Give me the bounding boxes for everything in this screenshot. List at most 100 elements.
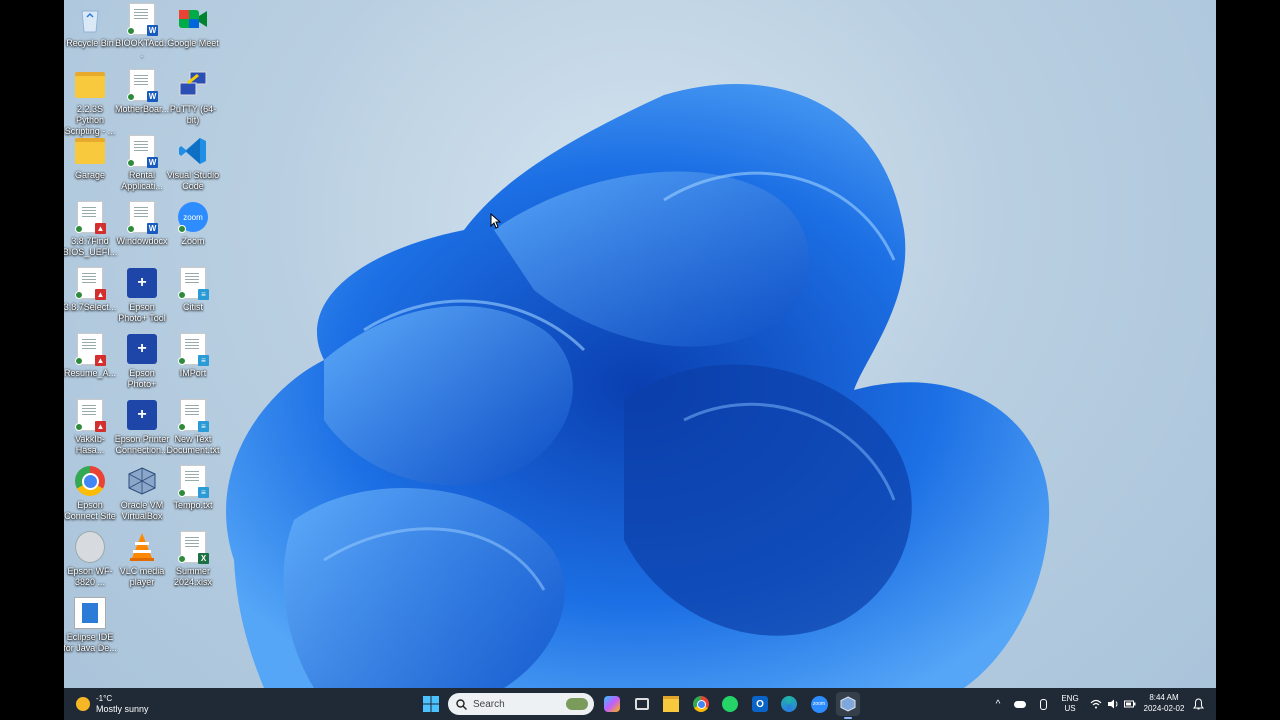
copilot-icon: [604, 696, 620, 712]
tray-onedrive[interactable]: [1011, 692, 1029, 716]
desktop-icon-label: New Text Document.txt: [166, 434, 220, 455]
desktop-icon[interactable]: Google Meet: [165, 3, 221, 49]
taskbar-edge[interactable]: [777, 692, 801, 716]
vscode-icon: [177, 135, 209, 167]
desktop-icon-label: Windowdocx: [116, 236, 168, 246]
notifications-button[interactable]: [1190, 692, 1206, 716]
taskbar-copilot[interactable]: [600, 692, 624, 716]
desktop-icon[interactable]: W Rental Applicati...: [114, 135, 170, 192]
epson-icon: +: [126, 333, 158, 365]
chrome-icon: [693, 696, 709, 712]
desktop-icon-label: Tempo.txt: [173, 500, 213, 510]
search-placeholder: Search: [473, 698, 505, 710]
desktop-icon-label: 3.8.7Select...: [64, 302, 117, 312]
desktop-icon[interactable]: zoom Zoom: [165, 201, 221, 247]
desktop-icon-label: Visual Studio Code: [166, 170, 220, 191]
desktop-icon[interactable]: Garage: [64, 135, 118, 181]
search-highlight-icon: [566, 698, 588, 710]
desktop-icon-label: VakkIb-Hasa...: [75, 434, 105, 455]
start-button[interactable]: [419, 692, 443, 716]
tray-microphone[interactable]: [1034, 692, 1052, 716]
putty-icon: [177, 69, 209, 101]
desktop-icon[interactable]: ≡ IMPort: [165, 333, 221, 379]
taskbar-file-explorer[interactable]: [659, 692, 683, 716]
cloud-icon: [1014, 700, 1026, 708]
wallpaper-bloom: [226, 84, 1050, 688]
desktop-icon[interactable]: Eclipse IDE for Java De...: [64, 597, 118, 654]
desktop-icon-label: 2.2.3S Python Scripting - ...: [64, 104, 116, 136]
desktop-icon[interactable]: Epson Connect Site: [64, 465, 118, 522]
desktop-icon-label: Citist: [183, 302, 203, 312]
clock-date: 2024-02-02: [1143, 704, 1185, 713]
taskbar-task-view[interactable]: [630, 692, 654, 716]
desktop-icon-label: Garage: [74, 170, 106, 180]
windows-logo-icon: [423, 696, 439, 712]
epson-icon: +: [126, 267, 158, 299]
desktop-icon[interactable]: Recycle Bin: [64, 3, 118, 49]
virtualbox-icon: [840, 696, 856, 712]
tray-quick-settings[interactable]: [1090, 694, 1138, 714]
desktop-icon[interactable]: X Summer 2024.xlsx: [165, 531, 221, 588]
taskbar-search[interactable]: Search: [448, 693, 594, 715]
weather-temp: -1°C: [96, 693, 113, 703]
excel-icon: X: [177, 531, 209, 564]
word-doc-icon: W: [126, 69, 158, 102]
google-meet-icon: [177, 3, 209, 35]
epson-icon: [74, 531, 106, 563]
desktop-icon[interactable]: PuTTY (64-bit): [165, 69, 221, 126]
chevron-up-icon: ^: [995, 698, 1001, 710]
desktop-icon[interactable]: Visual Studio Code: [165, 135, 221, 192]
region-label: US: [1064, 704, 1076, 713]
desktop-icon[interactable]: Epson WF-3820 ...: [64, 531, 118, 588]
desktop-icon-label: PuTTY (64-bit): [169, 104, 217, 125]
desktop-icon-label: IMPort: [179, 368, 207, 378]
desktop-icon[interactable]: + Epson Printer Connection...: [114, 399, 170, 456]
desktop-icon-label: 3.8.7Find BIOS_UEFI...: [64, 236, 118, 257]
desktop-icon[interactable]: Oracle VM VirtualBox: [114, 465, 170, 522]
desktop-icon[interactable]: ▲ Resume_A...: [64, 333, 118, 379]
taskbar-zoom[interactable]: zoom: [807, 692, 831, 716]
desktop-icon[interactable]: ≡ Citist: [165, 267, 221, 313]
microphone-icon: [1039, 698, 1047, 710]
battery-icon: [1124, 700, 1136, 708]
desktop-icon-label: Resume_A...: [64, 368, 117, 378]
word-doc-icon: W: [126, 135, 158, 168]
desktop-icon[interactable]: ≡ New Text Document.txt: [165, 399, 221, 456]
desktop-icon[interactable]: ▲ 3.8.7Find BIOS_UEFI...: [64, 201, 118, 258]
sun-icon: [76, 697, 90, 711]
recycle-bin-icon: [74, 3, 106, 35]
word-doc-icon: W: [126, 201, 158, 234]
pdf-doc-icon: ▲: [74, 267, 106, 300]
clock[interactable]: 8:44 AM 2024-02-02: [1142, 693, 1186, 715]
desktop-icon-label: Epson Printer Connection...: [114, 434, 170, 455]
desktop-icon[interactable]: + Epson Photo+ Tool: [114, 267, 170, 324]
weather-widget[interactable]: -1°C Mostly sunny: [76, 693, 149, 715]
desktop-icon[interactable]: ≡ Tempo.txt: [165, 465, 221, 511]
pdf-doc-icon: ▲: [74, 333, 106, 366]
desktop-icon-label: Epson Photo+: [127, 368, 157, 389]
desktop-icon-label: MotherBoar...: [114, 104, 170, 114]
desktop-icon[interactable]: W Windowdocx: [114, 201, 170, 247]
desktop-icon-label: Oracle VM VirtualBox: [120, 500, 164, 521]
wifi-icon: [1090, 699, 1102, 709]
desktop-icon[interactable]: W BIOOKTAcd...: [114, 3, 170, 60]
outlook-icon: O: [752, 696, 768, 712]
desktop-icon[interactable]: ▲ 3.8.7Select...: [64, 267, 118, 313]
pdf-doc-icon: ▲: [74, 201, 106, 234]
desktop: Recycle Bin W BIOOKTAcd... Google Meet 2.2.3…: [64, 0, 1216, 720]
desktop-icon[interactable]: + Epson Photo+: [114, 333, 170, 390]
desktop-icon[interactable]: W MotherBoar...: [114, 69, 170, 115]
taskbar-chrome[interactable]: [689, 692, 713, 716]
zoom-icon: zoom: [177, 201, 209, 233]
tray-overflow-button[interactable]: ^: [990, 692, 1006, 716]
desktop-icon[interactable]: VLC media player: [114, 531, 170, 588]
taskbar-whatsapp[interactable]: [718, 692, 742, 716]
desktop-icon[interactable]: 2.2.3S Python Scripting - ...: [64, 69, 118, 137]
desktop-icon-label: Summer 2024.xlsx: [173, 566, 213, 587]
desktop-icon-label: BIOOKTAcd...: [115, 38, 169, 59]
taskbar-virtualbox[interactable]: [836, 692, 860, 719]
desktop-icon[interactable]: ▲ VakkIb-Hasa...: [64, 399, 118, 456]
text-doc-icon: ≡: [177, 399, 209, 432]
language-indicator[interactable]: ENG US: [1058, 694, 1082, 714]
taskbar-outlook[interactable]: O: [748, 692, 772, 716]
